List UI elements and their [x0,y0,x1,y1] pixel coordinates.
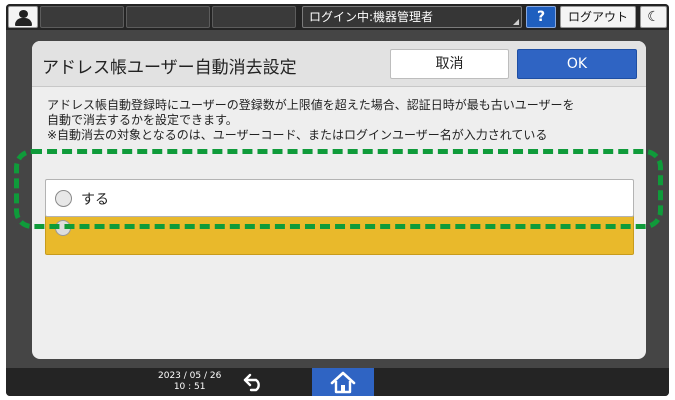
help-button[interactable]: ? [526,6,556,28]
back-arrow-icon [243,373,260,392]
status-slot-1 [40,6,124,28]
night-mode-button[interactable]: ☾ [640,6,667,28]
datetime-display: 2023 / 05 / 26 10 : 51 [158,371,221,393]
moon-icon: ☾ [647,9,660,25]
bottom-bar: 2023 / 05 / 26 10 : 51 [6,368,669,396]
user-icon [19,10,28,18]
dialog-header: アドレス帳ユーザー自動消去設定 取消 OK [32,41,646,87]
status-slot-3 [212,6,296,28]
user-button[interactable] [8,6,38,28]
description-line: アドレス帳自動登録時にユーザーの登録数が上限値を超えた場合、認証日時が最も古いユ… [47,98,575,112]
corner-indicator-icon [513,19,519,25]
ok-button[interactable]: OK [517,49,637,79]
login-status-label: ログイン中:機器管理者 [309,10,434,24]
description-line: 自動で消去するかを設定できます。 [47,113,238,127]
user-icon-body [15,18,32,26]
focus-highlight [14,149,663,229]
login-status-display[interactable]: ログイン中:機器管理者 [302,6,522,28]
status-slot-2 [126,6,210,28]
dialog-title: アドレス帳ユーザー自動消去設定 [42,58,297,78]
home-icon [330,371,356,394]
time-text: 10 : 51 [173,382,206,392]
status-bar: ログイン中:機器管理者 ? ログアウト ☾ [6,4,669,30]
date-text: 2023 / 05 / 26 [158,371,222,381]
description-line: ※自動消去の対象となるのは、ユーザーコード、またはログインユーザー名が入力されて… [47,128,548,142]
description-text: アドレス帳自動登録時にユーザーの登録数が上限値を超えた場合、認証日時が最も古いユ… [47,98,637,143]
logout-button[interactable]: ログアウト [560,6,636,28]
home-button[interactable] [312,368,374,396]
cancel-button[interactable]: 取消 [390,49,509,79]
back-button[interactable] [234,371,274,393]
